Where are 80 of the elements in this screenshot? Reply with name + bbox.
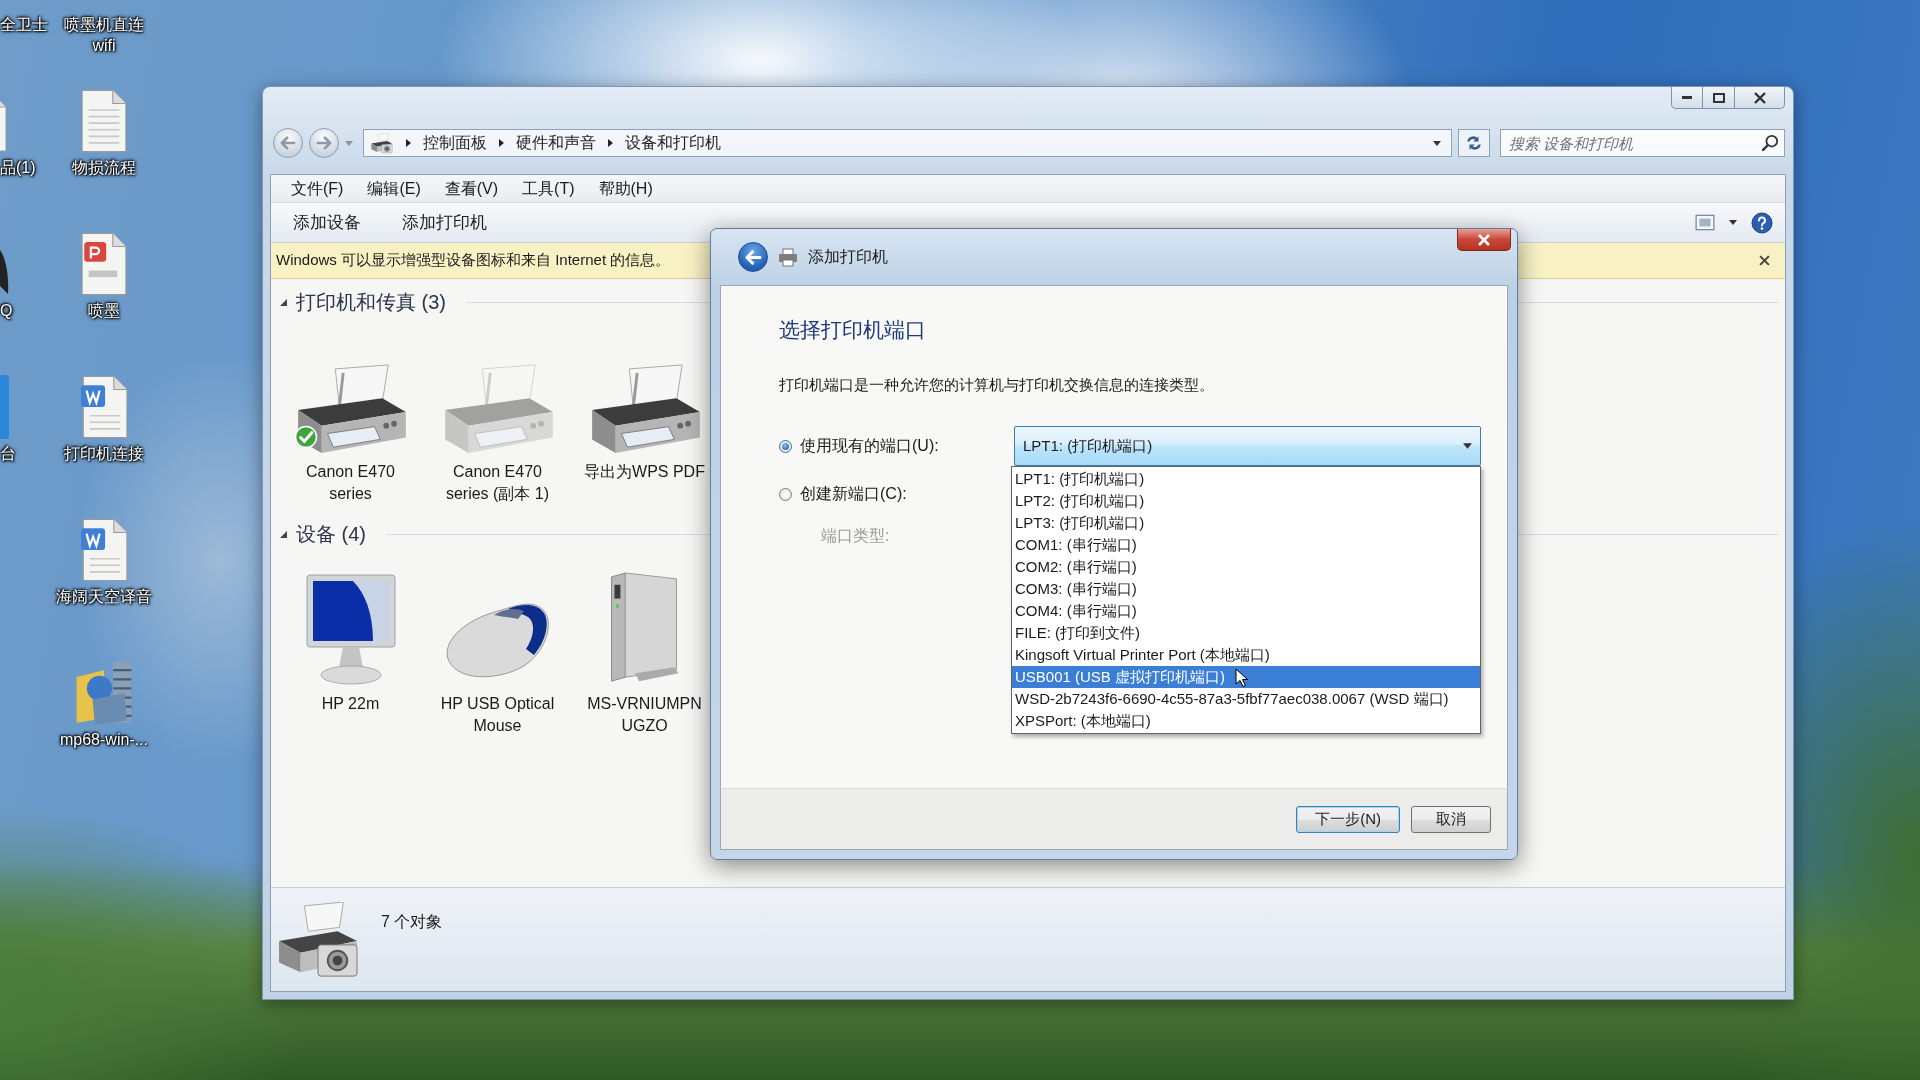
breadcrumb-link[interactable]: 设备和打印机 xyxy=(625,132,721,154)
close-icon xyxy=(1753,91,1766,104)
field-label: 端口类型: xyxy=(821,525,890,546)
archive-icon[interactable] xyxy=(76,661,132,725)
caret-icon[interactable] xyxy=(1729,220,1737,225)
toolbar-button[interactable]: 添加打印机 xyxy=(394,207,495,238)
radio-label[interactable]: 创建新端口(C): xyxy=(800,483,907,505)
caret-icon[interactable] xyxy=(1433,140,1441,146)
dialog-button[interactable]: 下一步(N) xyxy=(1296,805,1400,833)
device-name[interactable]: Canon E470 series xyxy=(284,461,417,505)
document-icon[interactable] xyxy=(81,232,127,296)
dropdown-option[interactable]: XPSPort: (本地端口) xyxy=(1012,710,1480,732)
dropdown-option[interactable]: LPT2: (打印机端口) xyxy=(1012,490,1480,512)
menu-item[interactable]: 帮助(H) xyxy=(586,176,665,201)
description-text: 打印机端口是一种允许您的计算机与打印机交换信息的连接类型。 xyxy=(779,375,1215,395)
forward-arrow-icon xyxy=(316,136,332,150)
radio-button[interactable] xyxy=(779,439,792,453)
group-header[interactable]: 设备 (4) xyxy=(296,520,366,548)
radio-label[interactable]: 使用现有的端口(U): xyxy=(800,435,939,457)
maximize-icon xyxy=(1712,92,1725,103)
port-combobox[interactable]: LPT1: (打印机端口) xyxy=(1014,426,1481,466)
group-header[interactable]: 打印机和传真 (3) xyxy=(296,288,446,316)
back-arrow-icon xyxy=(744,249,762,265)
help-icon[interactable] xyxy=(1751,211,1773,234)
minimize-icon xyxy=(1682,96,1692,99)
printer-icon xyxy=(778,247,798,267)
back-arrow-icon xyxy=(280,136,296,150)
document-icon[interactable] xyxy=(80,375,128,439)
chevron-icon xyxy=(499,139,504,147)
status-text: 7 个对象 xyxy=(381,912,443,932)
dropdown-option[interactable]: USB001 (USB 虚拟打印机端口) xyxy=(1012,666,1480,688)
expanded-triangle-icon[interactable] xyxy=(279,529,288,539)
dropdown-option[interactable]: FILE: (打印到文件) xyxy=(1012,622,1480,644)
device-name[interactable]: Canon E470 series (副本 1) xyxy=(431,461,564,505)
menu-item[interactable]: 文件(F) xyxy=(279,176,356,201)
menu-item[interactable]: 编辑(E) xyxy=(355,176,433,201)
mouse-cursor-icon xyxy=(1235,667,1249,687)
document-icon[interactable] xyxy=(80,518,128,582)
forward-button[interactable] xyxy=(309,128,339,158)
maximize-button[interactable] xyxy=(1703,87,1735,109)
dialog-button[interactable]: 取消 xyxy=(1411,805,1491,833)
device-name[interactable]: HP USB Optical Mouse xyxy=(431,693,564,737)
chevron-icon xyxy=(406,139,411,147)
menu-item[interactable]: 工具(T) xyxy=(510,176,587,201)
refresh-button[interactable] xyxy=(1458,129,1490,157)
dropdown-option[interactable]: Kingsoft Virtual Printer Port (本地端口) xyxy=(1012,644,1480,666)
close-button[interactable] xyxy=(1735,87,1785,109)
dialog-title: 添加打印机 xyxy=(808,246,888,267)
search-icon xyxy=(1762,135,1778,151)
search-field[interactable]: 搜索 设备和打印机 xyxy=(1500,129,1785,157)
close-icon xyxy=(1759,255,1770,266)
dropdown-option[interactable]: LPT3: (打印机端口) xyxy=(1012,512,1480,534)
address-bar[interactable]: 控制面板 硬件和声音 设备和打印机 xyxy=(363,129,1452,157)
back-button[interactable] xyxy=(738,242,768,272)
document-icon[interactable] xyxy=(81,89,127,153)
breadcrumb-link[interactable]: 控制面板 xyxy=(423,132,487,154)
refresh-icon xyxy=(1465,134,1483,152)
device-name[interactable]: HP 22m xyxy=(284,693,417,715)
close-icon xyxy=(1478,233,1490,246)
dropdown-option[interactable]: COM1: (串行端口) xyxy=(1012,534,1480,556)
toolbar-button[interactable]: 添加设备 xyxy=(285,207,369,238)
close-button[interactable] xyxy=(1457,229,1511,251)
view-icon[interactable] xyxy=(1695,214,1715,231)
chevron-icon xyxy=(608,139,613,147)
info-bar-message[interactable]: Windows 可以显示增强型设备图标和来自 Internet 的信息。 xyxy=(276,251,671,270)
expanded-triangle-icon[interactable] xyxy=(279,297,288,307)
menu-item[interactable]: 查看(V) xyxy=(432,176,511,201)
breadcrumb-link[interactable]: 硬件和声音 xyxy=(516,132,596,154)
dialog-heading: 选择打印机端口 xyxy=(779,317,927,343)
dropdown-option[interactable]: LPT1: (打印机端口) xyxy=(1012,468,1480,490)
dropdown-option[interactable]: WSD-2b7243f6-6690-4c55-87a3-5fbf77aec038.0067 (WSD 端口) xyxy=(1012,688,1480,710)
dropdown-option[interactable]: COM4: (串行端口) xyxy=(1012,600,1480,622)
minimize-button[interactable] xyxy=(1671,87,1703,109)
device-name[interactable]: MS-VRNIUMPN UGZO xyxy=(578,693,711,737)
dropdown-option[interactable]: COM2: (串行端口) xyxy=(1012,556,1480,578)
radio-button[interactable] xyxy=(779,487,792,501)
caret-icon xyxy=(1463,443,1472,449)
device-name[interactable]: 导出为WPS PDF xyxy=(578,461,711,483)
printer-camera-icon xyxy=(370,132,394,154)
dropdown-option[interactable]: COM3: (串行端口) xyxy=(1012,578,1480,600)
